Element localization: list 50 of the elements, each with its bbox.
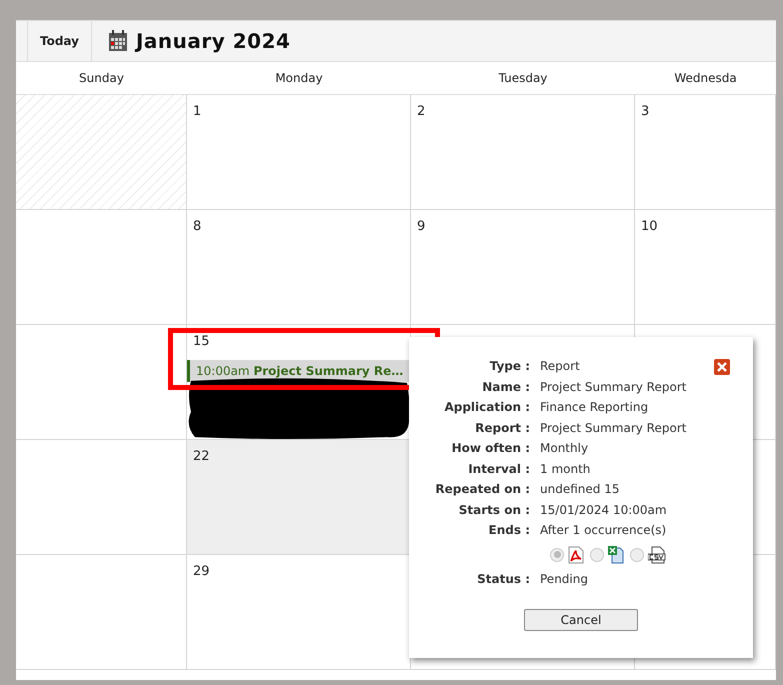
cancel-button[interactable]: Cancel — [524, 609, 638, 631]
day-cell[interactable]: 2 — [411, 95, 635, 210]
field-label: Type : — [488, 358, 531, 376]
field-label: Application : — [443, 399, 531, 416]
day-cell[interactable]: 9 — [411, 210, 635, 325]
day-cell[interactable]: 8 — [187, 210, 411, 325]
day-number: 10 — [641, 218, 659, 236]
calendar-cell[interactable] — [16, 325, 187, 440]
field-value: 1 month — [540, 460, 590, 478]
field-label: Report : — [474, 420, 531, 437]
field-value: Project Summary Report — [540, 378, 686, 396]
field-label: Repeated on : — [434, 481, 531, 498]
day-number: 29 — [193, 563, 211, 581]
day-cell[interactable]: 22 — [187, 440, 411, 555]
weekday-header: Wednesda — [673, 70, 738, 87]
field-value: Project Summary Report — [540, 420, 686, 437]
field-label: Status : — [476, 570, 531, 588]
field-value: After 1 occurrence(s) — [540, 522, 666, 540]
field-label: Starts on : — [458, 502, 531, 519]
calendar-icon — [108, 30, 128, 52]
field-value: Pending — [540, 570, 588, 588]
day-number: 22 — [193, 448, 211, 466]
weekday-header: Tuesday — [498, 70, 548, 87]
month-title: January 2024 — [136, 28, 290, 55]
pdf-file-icon — [568, 546, 584, 564]
calendar-cell[interactable] — [16, 555, 187, 670]
day-cell[interactable]: 1 — [187, 95, 411, 210]
day-cell[interactable]: 3 — [635, 95, 776, 210]
field-label: Ends : — [488, 522, 531, 540]
day-cell[interactable]: 10 — [635, 210, 776, 325]
day-number: 9 — [417, 218, 426, 236]
weekday-header: Sunday — [78, 70, 125, 87]
field-label: Interval : — [467, 460, 531, 478]
field-label: How often : — [450, 440, 531, 458]
field-value: Monthly — [540, 440, 588, 458]
day-number: 1 — [193, 103, 202, 121]
spreadsheet-file-icon — [608, 546, 624, 564]
calendar-cell[interactable] — [16, 210, 187, 325]
weekday-header: Monday — [274, 70, 324, 87]
csv-file-icon — [648, 546, 666, 564]
field-value: 15/01/2024 10:00am — [540, 502, 667, 519]
day-number: 15 — [193, 333, 211, 351]
day-number: 2 — [417, 103, 426, 121]
field-value: Report — [540, 358, 580, 376]
day-number: 3 — [641, 103, 650, 121]
field-value: Finance Reporting — [540, 399, 648, 416]
close-icon[interactable] — [714, 359, 730, 375]
field-value: undefined 15 — [540, 481, 620, 498]
field-label: Name : — [481, 378, 531, 396]
day-number: 8 — [193, 218, 202, 236]
